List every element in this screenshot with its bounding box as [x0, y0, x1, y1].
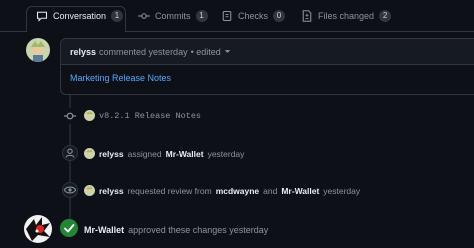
avatar[interactable] — [84, 110, 95, 121]
event-verb: requested review from — [127, 185, 212, 196]
event-actor[interactable]: Mr-Wallet — [84, 225, 124, 235]
avatar[interactable] — [84, 148, 95, 159]
review-request-event-icon — [62, 182, 78, 198]
avatar[interactable] — [26, 38, 50, 62]
event-actor[interactable]: relyss — [99, 149, 124, 159]
tab-label: Conversation — [53, 11, 107, 21]
assign-event-icon — [62, 145, 78, 161]
commit-icon — [64, 112, 76, 120]
edited-dropdown[interactable]: • edited — [191, 47, 231, 57]
comment-meta: commented yesterday — [99, 46, 188, 57]
tab-checks[interactable]: Checks 0 — [221, 0, 286, 32]
commit-event: v8.2.1 Release Notes — [84, 110, 201, 121]
tab-label: Commits — [155, 11, 191, 21]
comment-icon — [36, 11, 48, 22]
event-target-1[interactable]: mcdwayne — [216, 186, 259, 196]
avatar-image — [84, 110, 95, 121]
tab-files-changed[interactable]: Files changed 2 — [301, 0, 392, 32]
event-time: yesterday — [207, 148, 245, 159]
pr-tabs: Conversation 1 Commits 1 Checks 0 Files … — [0, 0, 474, 32]
commit-event-icon — [62, 108, 78, 124]
person-icon — [65, 148, 75, 158]
avatar-image — [24, 215, 52, 243]
tab-count: 0 — [273, 10, 286, 22]
tab-label: Checks — [238, 11, 269, 21]
check-icon — [64, 224, 75, 233]
comment-box: relyss commented yesterday • edited Mark… — [60, 38, 474, 95]
comment-body[interactable]: Marketing Release Notes — [70, 73, 171, 83]
comment-author[interactable]: relyss — [70, 47, 96, 57]
comment-header: relyss commented yesterday • edited — [61, 39, 474, 65]
avatar[interactable] — [24, 215, 52, 243]
file-diff-icon — [302, 10, 312, 22]
tab-count: 1 — [195, 10, 208, 22]
event-actor[interactable]: relyss — [99, 186, 124, 196]
review-request-event: relyss requested review from mcdwayne an… — [84, 185, 360, 196]
approval-event: Mr-Wallet approved these changes yesterd… — [84, 225, 268, 235]
event-verb: assigned — [127, 148, 162, 159]
event-time: yesterday — [323, 185, 361, 196]
commit-message[interactable]: v8.2.1 Release Notes — [99, 111, 201, 121]
event-target-2[interactable]: Mr-Wallet — [281, 186, 319, 196]
edited-label: • edited — [190, 46, 221, 57]
event-conjunction: and — [263, 185, 278, 196]
tab-count: 2 — [379, 10, 392, 22]
checks-icon — [222, 10, 232, 22]
eye-icon — [63, 186, 77, 194]
approved-badge — [60, 219, 78, 237]
avatar-image — [84, 185, 95, 196]
assign-event: relyss assigned Mr-Wallet yesterday — [84, 148, 244, 159]
tab-label: Files changed — [318, 11, 375, 21]
avatar-image — [84, 148, 95, 159]
avatar-image — [26, 38, 50, 62]
tab-count: 1 — [111, 10, 124, 22]
tab-conversation[interactable]: Conversation 1 — [36, 0, 124, 32]
event-target[interactable]: Mr-Wallet — [166, 149, 204, 159]
chevron-down-icon — [224, 50, 231, 53]
avatar[interactable] — [84, 185, 95, 196]
commit-icon — [138, 13, 150, 19]
tab-commits[interactable]: Commits 1 — [138, 0, 208, 32]
event-text: approved these changes yesterday — [128, 225, 269, 235]
